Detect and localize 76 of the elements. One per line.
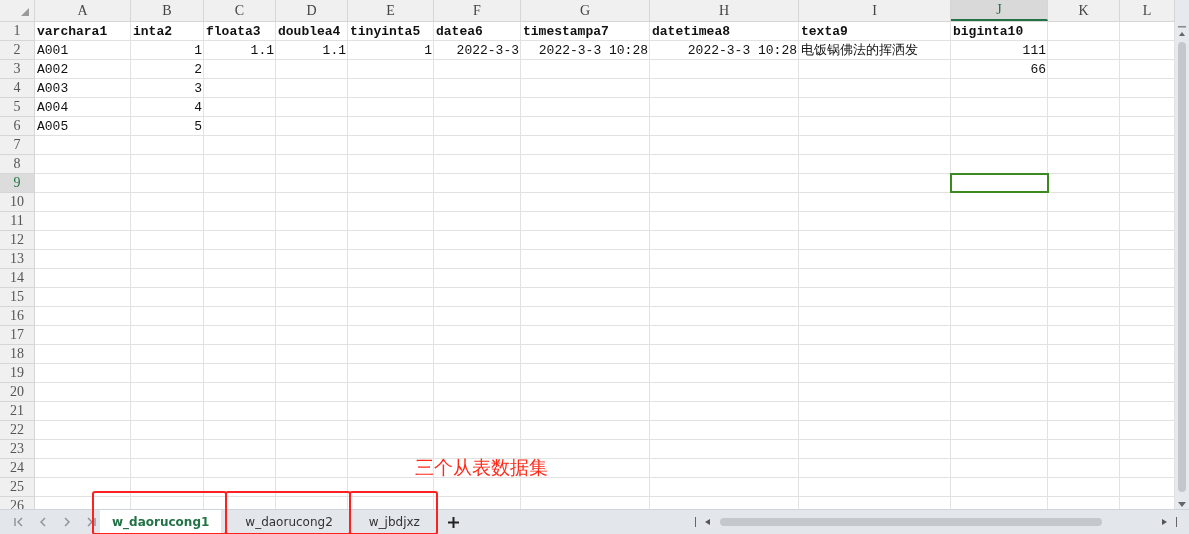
table-cell-text: A001 [36, 42, 70, 59]
table-cell-text: 5 [193, 118, 203, 135]
scroll-up-icon[interactable] [1177, 26, 1187, 38]
select-all-icon[interactable] [21, 8, 29, 16]
table-cell-text: 2022-3-3 10:28 [686, 42, 798, 59]
column-header[interactable]: K [1048, 0, 1120, 21]
row-header[interactable]: 16 [0, 307, 35, 326]
scroll-right-icon[interactable] [1160, 518, 1168, 526]
add-sheet-icon[interactable] [447, 516, 459, 528]
column-header[interactable]: F [434, 0, 521, 21]
row-header[interactable]: 24 [0, 459, 35, 478]
table-cell-text: 3 [193, 80, 203, 97]
table-cell-text: 1 [193, 42, 203, 59]
table-cell-text: datea6 [435, 23, 484, 40]
column-header[interactable]: B [131, 0, 204, 21]
column-header[interactable]: D [276, 0, 348, 21]
table-cell-text: 66 [1029, 61, 1047, 78]
table-cell-text: timestampa7 [522, 23, 610, 40]
row-header[interactable]: 3 [0, 60, 35, 79]
row-header[interactable]: 25 [0, 478, 35, 497]
table-cell-text: inta2 [132, 23, 173, 40]
row-header[interactable]: 8 [0, 155, 35, 174]
row-header[interactable]: 1 [0, 22, 35, 41]
row-header[interactable]: 10 [0, 193, 35, 212]
row-header[interactable]: 23 [0, 440, 35, 459]
row-header[interactable]: 21 [0, 402, 35, 421]
column-header[interactable]: G [521, 0, 650, 21]
row-header[interactable]: 22 [0, 421, 35, 440]
table-cell-text: doublea4 [277, 23, 342, 40]
table-cell-text: floata3 [205, 23, 262, 40]
table-cell-text: texta9 [800, 23, 849, 40]
row-header[interactable]: 13 [0, 250, 35, 269]
table-cell-text: biginta10 [952, 23, 1025, 40]
row-header[interactable]: 7 [0, 136, 35, 155]
annotation-text: 三个从表数据集 [415, 455, 548, 480]
table-cell-text: A004 [36, 99, 70, 116]
sheet-tab[interactable]: w_daorucong2 [233, 510, 345, 534]
table-cell-text: datetimea8 [651, 23, 731, 40]
row-header[interactable]: 4 [0, 79, 35, 98]
sheet-tab[interactable]: w_daorucong1 [100, 510, 222, 534]
table-cell-text: A002 [36, 61, 70, 78]
table-cell-text: A005 [36, 118, 70, 135]
table-cell-text: 电饭锅佛法的挥洒发 [800, 42, 919, 59]
row-header[interactable]: 5 [0, 98, 35, 117]
row-header[interactable]: 11 [0, 212, 35, 231]
table-cell-text: 2022-3-3 10:28 [537, 42, 649, 59]
table-cell-text: varchara1 [36, 23, 109, 40]
row-header[interactable]: 20 [0, 383, 35, 402]
row-header[interactable]: 14 [0, 269, 35, 288]
scroll-left-icon[interactable] [704, 518, 712, 526]
table-cell-text: 2 [193, 61, 203, 78]
table-cell-text: 1 [423, 42, 433, 59]
active-cell[interactable] [950, 173, 1049, 193]
table-cell-text: 2022-3-3 [455, 42, 520, 59]
row-header[interactable]: 2 [0, 41, 35, 60]
row-header[interactable]: 15 [0, 288, 35, 307]
table-cell-text: 4 [193, 99, 203, 116]
sheet-tab[interactable]: w_jbdjxz [356, 510, 432, 534]
column-header[interactable]: A [35, 0, 131, 21]
table-cell-text: 1.1 [249, 42, 275, 59]
horizontal-scrollbar[interactable] [720, 518, 1102, 526]
column-header[interactable]: E [348, 0, 434, 21]
row-header[interactable]: 19 [0, 364, 35, 383]
column-header[interactable]: C [204, 0, 276, 21]
table-cell-text: tinyinta5 [349, 23, 422, 40]
table-cell-text: 1.1 [321, 42, 347, 59]
table-cell-text: A003 [36, 80, 70, 97]
row-header[interactable]: 17 [0, 326, 35, 345]
column-header[interactable]: J [951, 0, 1048, 21]
column-header[interactable]: H [650, 0, 799, 21]
row-header[interactable]: 6 [0, 117, 35, 136]
row-header[interactable]: 9 [0, 174, 35, 193]
row-header[interactable]: 18 [0, 345, 35, 364]
row-header[interactable]: 12 [0, 231, 35, 250]
vertical-scrollbar[interactable] [1175, 0, 1189, 509]
table-cell-text: 111 [1021, 42, 1047, 59]
